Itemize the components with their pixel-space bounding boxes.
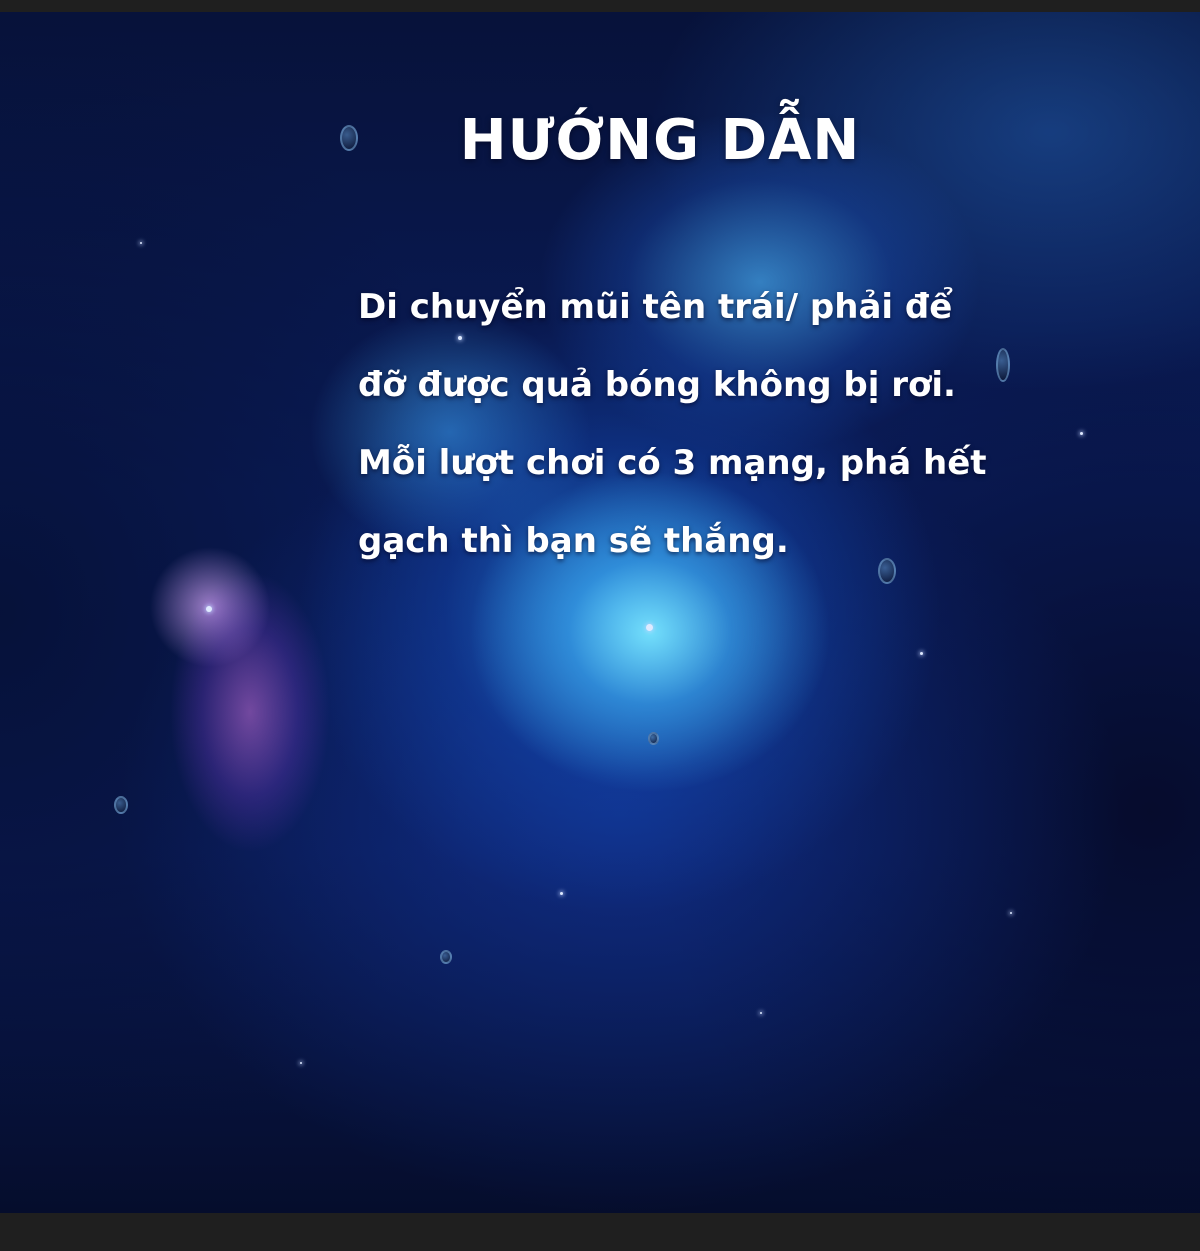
star	[920, 652, 923, 655]
star	[646, 624, 653, 631]
space-background	[0, 12, 1200, 1213]
star	[1010, 912, 1012, 914]
instruction-line: Mỗi lượt chơi có 3 mạng, phá hết	[358, 443, 987, 483]
instruction-line: đỡ được quả bóng không bị rơi.	[358, 365, 956, 405]
star	[760, 1012, 762, 1014]
instruction-line: Di chuyển mũi tên trái/ phải để	[358, 287, 953, 327]
page-title: HƯỚNG DẪN	[459, 108, 861, 173]
planet	[440, 950, 452, 964]
planet	[114, 796, 128, 814]
star	[300, 1062, 302, 1064]
star	[140, 242, 142, 244]
star	[206, 606, 212, 612]
star	[560, 892, 563, 895]
instructions-text: Di chuyển mũi tên trái/ phải để đỡ được …	[358, 268, 1048, 580]
star	[1080, 432, 1083, 435]
instruction-line: gạch thì bạn sẽ thắng.	[358, 521, 789, 561]
planet	[648, 732, 659, 745]
